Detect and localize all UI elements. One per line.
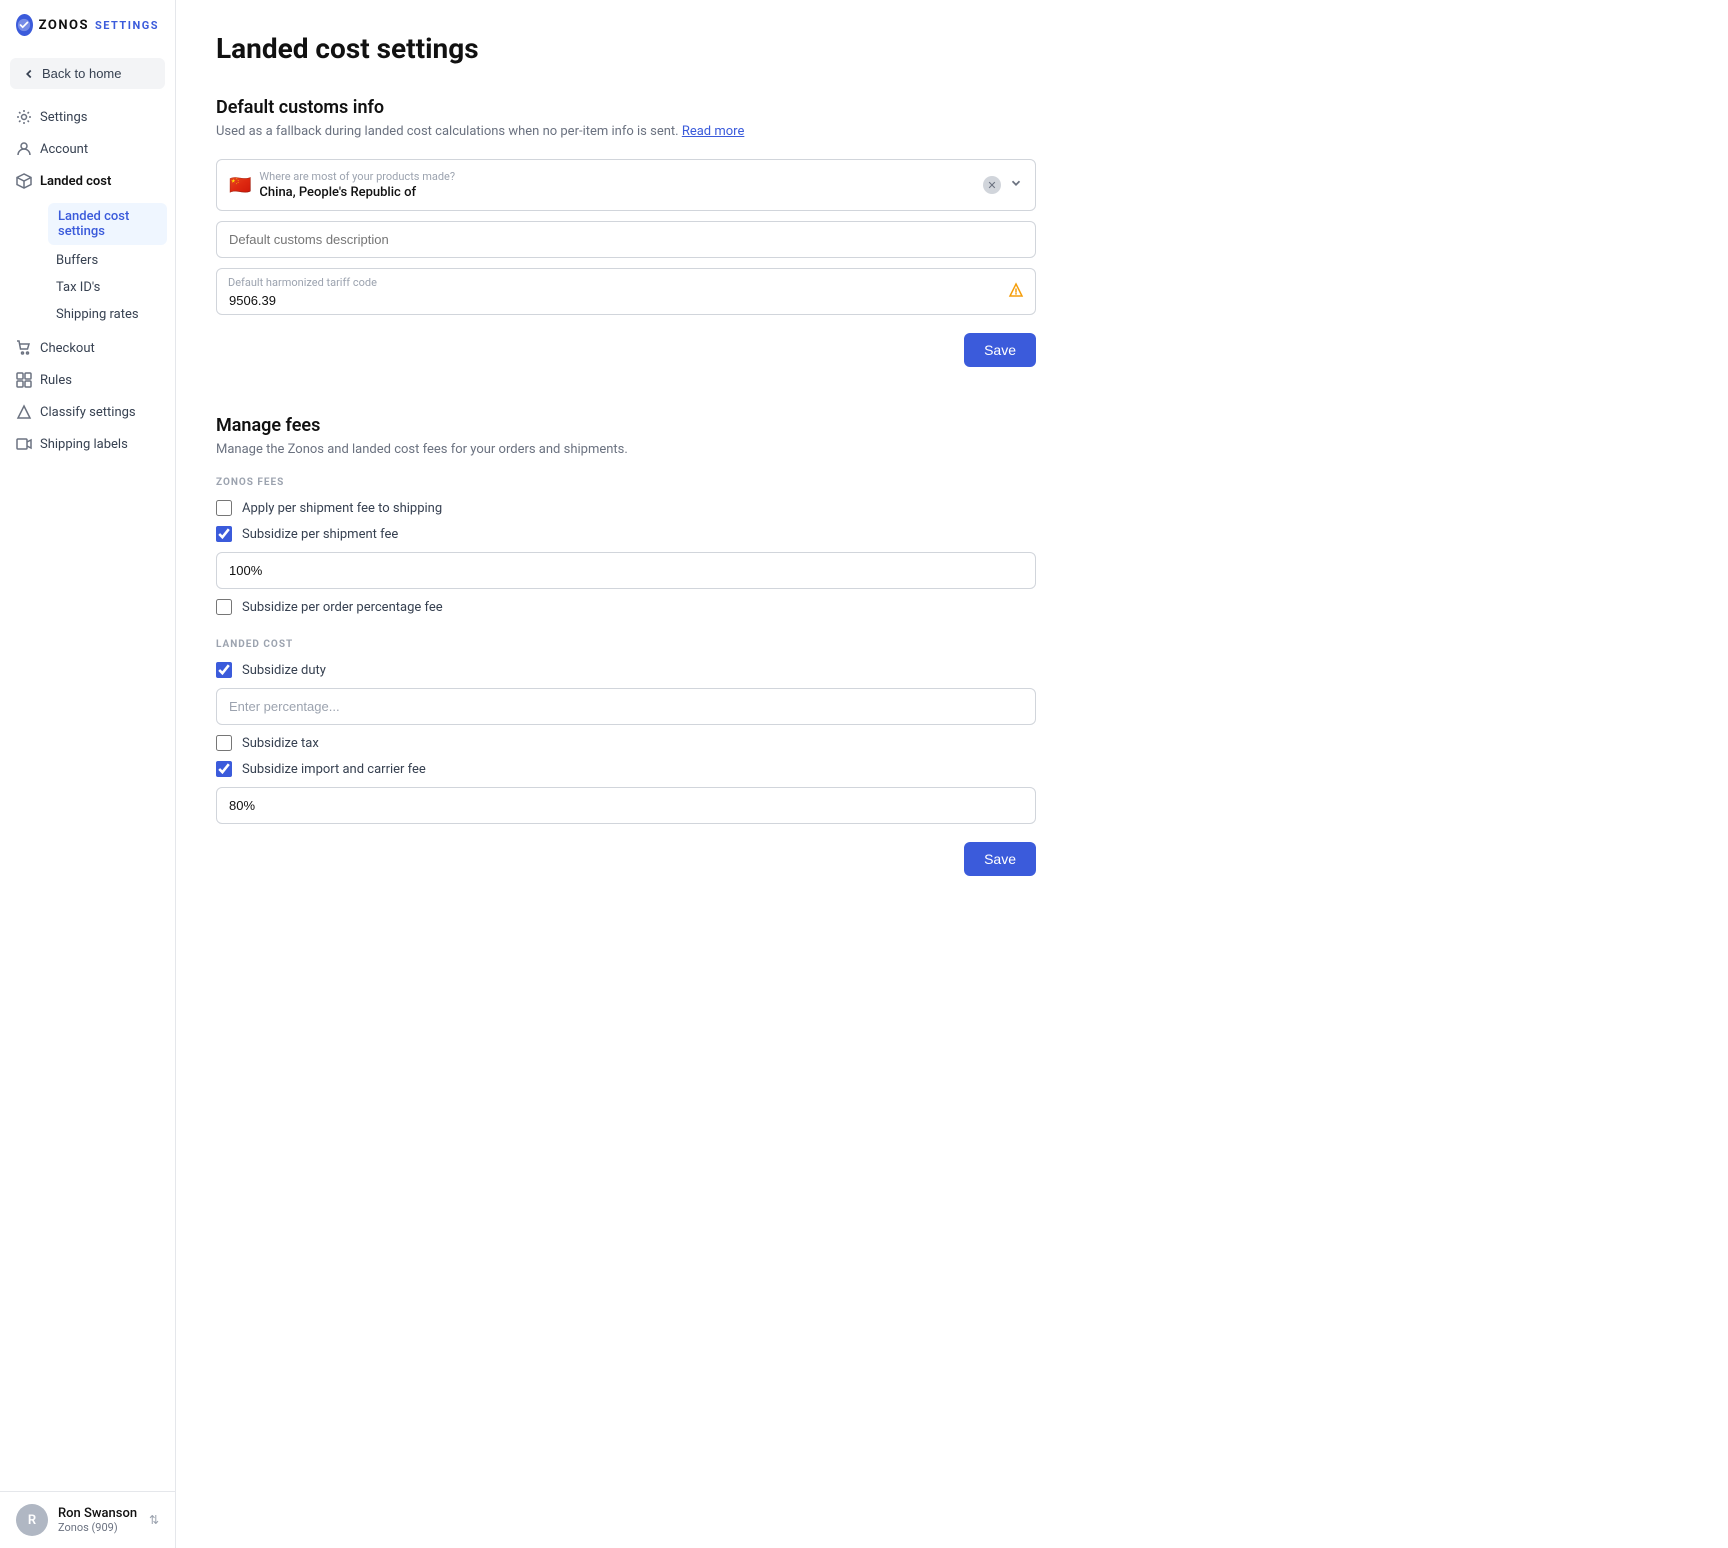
grid-icon — [16, 372, 32, 388]
customs-section-title: Default customs info — [216, 97, 1036, 118]
sidebar-item-checkout-label: Checkout — [40, 341, 95, 356]
brand-settings: SETTINGS — [95, 19, 159, 32]
subsidize-shipment-fee-label[interactable]: Subsidize per shipment fee — [242, 527, 398, 542]
subsidize-tax-row: Subsidize tax — [216, 735, 1036, 751]
subsidize-order-pct-row: Subsidize per order percentage fee — [216, 599, 1036, 615]
sidebar-item-classify-settings-label: Classify settings — [40, 405, 136, 420]
sidebar-item-account-label: Account — [40, 142, 88, 157]
triangle-icon — [16, 404, 32, 420]
brand-logo: ZONOS SETTINGS — [0, 0, 175, 50]
tariff-code-input[interactable] — [216, 268, 1036, 315]
sub-nav-item-tax-ids[interactable]: Tax ID's — [40, 274, 175, 301]
read-more-link[interactable]: Read more — [682, 124, 745, 139]
sidebar-item-rules-label: Rules — [40, 373, 72, 388]
shipment-fee-percentage-input[interactable] — [216, 552, 1036, 589]
subsidize-shipment-fee-row: Subsidize per shipment fee — [216, 526, 1036, 542]
country-selector[interactable]: 🇨🇳 Where are most of your products made?… — [216, 159, 1036, 211]
user-org: Zonos (909) — [58, 1521, 139, 1534]
sidebar-item-settings-label: Settings — [40, 110, 87, 125]
user-info: Ron Swanson Zonos (909) — [58, 1506, 139, 1534]
subsidize-duty-row: Subsidize duty — [216, 662, 1036, 678]
zonos-fees-label: ZONOS FEES — [216, 477, 1036, 488]
fees-save-button[interactable]: Save — [964, 842, 1036, 876]
sub-nav-shipping-rates-label: Shipping rates — [56, 307, 139, 322]
person-icon — [16, 141, 32, 157]
logo-icon — [16, 14, 33, 36]
sidebar-item-shipping-labels-label: Shipping labels — [40, 437, 128, 452]
main-content: Landed cost settings Default customs inf… — [176, 0, 1076, 1548]
apply-shipment-fee-checkbox[interactable] — [216, 500, 232, 516]
apply-shipment-fee-label[interactable]: Apply per shipment fee to shipping — [242, 501, 442, 516]
customs-desc-text: Used as a fallback during landed cost ca… — [216, 124, 679, 139]
country-flag: 🇨🇳 — [229, 175, 251, 196]
user-profile[interactable]: R Ron Swanson Zonos (909) ⇅ — [0, 1491, 175, 1548]
subsidize-import-carrier-row: Subsidize import and carrier fee — [216, 761, 1036, 777]
sidebar-item-rules[interactable]: Rules — [0, 364, 175, 396]
customs-description-group — [216, 221, 1036, 258]
avatar: R — [16, 1504, 48, 1536]
subsidize-tax-checkbox[interactable] — [216, 735, 232, 751]
sub-nav: Landed cost settings Buffers Tax ID's Sh… — [0, 201, 175, 328]
nav-section-other: Checkout Rules Classify settings Shippin… — [0, 328, 175, 464]
sub-nav-tax-ids-label: Tax ID's — [56, 280, 100, 295]
customs-section-desc: Used as a fallback during landed cost ca… — [216, 124, 1036, 139]
fees-section-title: Manage fees — [216, 415, 1036, 436]
subsidize-duty-label[interactable]: Subsidize duty — [242, 663, 326, 678]
subsidize-order-pct-checkbox[interactable] — [216, 599, 232, 615]
country-info: Where are most of your products made? Ch… — [259, 170, 455, 200]
page-title: Landed cost settings — [216, 32, 1036, 65]
sidebar-item-shipping-labels[interactable]: Shipping labels — [0, 428, 175, 460]
cart-icon — [16, 340, 32, 356]
sub-nav-item-shipping-rates[interactable]: Shipping rates — [40, 301, 175, 328]
customs-save-row: Save — [216, 325, 1036, 367]
arrow-left-icon — [22, 67, 36, 81]
country-value: China, People's Republic of — [259, 185, 455, 200]
back-button-label: Back to home — [42, 66, 122, 81]
country-question: Where are most of your products made? — [259, 170, 455, 183]
sidebar-item-account[interactable]: Account — [0, 133, 175, 165]
clear-country-icon[interactable]: ✕ — [983, 176, 1001, 194]
label-icon — [16, 436, 32, 452]
subsidize-duty-checkbox[interactable] — [216, 662, 232, 678]
subsidize-import-carrier-label[interactable]: Subsidize import and carrier fee — [242, 762, 426, 777]
brand-name: ZONOS — [39, 18, 89, 33]
tariff-code-group: Default harmonized tariff code — [216, 268, 1036, 315]
subsidize-import-carrier-checkbox[interactable] — [216, 761, 232, 777]
customs-section: Default customs info Used as a fallback … — [216, 97, 1036, 367]
back-to-home-button[interactable]: Back to home — [10, 58, 165, 89]
import-carrier-percentage-input[interactable] — [216, 787, 1036, 824]
sidebar-item-landed-cost[interactable]: Landed cost — [0, 165, 175, 197]
apply-shipment-fee-row: Apply per shipment fee to shipping — [216, 500, 1036, 516]
user-name: Ron Swanson — [58, 1506, 139, 1521]
box-icon — [16, 173, 32, 189]
sub-nav-landed-cost-settings-label: Landed cost settings — [58, 209, 129, 239]
fees-section: Manage fees Manage the Zonos and landed … — [216, 415, 1036, 876]
subsidize-order-pct-label[interactable]: Subsidize per order percentage fee — [242, 600, 443, 615]
nav-section-main: Settings Account Landed cost — [0, 97, 175, 201]
sidebar-item-landed-cost-label: Landed cost — [40, 174, 111, 189]
sidebar-item-classify-settings[interactable]: Classify settings — [0, 396, 175, 428]
sub-nav-item-landed-cost-settings[interactable]: Landed cost settings — [48, 203, 167, 245]
subsidize-tax-label[interactable]: Subsidize tax — [242, 736, 319, 751]
country-actions: ✕ — [983, 176, 1023, 194]
landed-cost-fees-label: LANDED COST — [216, 639, 1036, 650]
customs-description-input[interactable] — [216, 221, 1036, 258]
expand-icon: ⇅ — [149, 1513, 159, 1527]
sidebar-item-checkout[interactable]: Checkout — [0, 332, 175, 364]
sub-nav-item-buffers[interactable]: Buffers — [40, 247, 175, 274]
chevron-down-icon[interactable] — [1009, 176, 1023, 194]
warning-icon — [1008, 282, 1024, 302]
sidebar: ZONOS SETTINGS Back to home Settings Acc… — [0, 0, 176, 1548]
subsidize-shipment-fee-checkbox[interactable] — [216, 526, 232, 542]
customs-save-button[interactable]: Save — [964, 333, 1036, 367]
sub-nav-buffers-label: Buffers — [56, 253, 98, 268]
gear-icon — [16, 109, 32, 125]
sidebar-item-settings[interactable]: Settings — [0, 101, 175, 133]
fees-save-row: Save — [216, 834, 1036, 876]
fees-section-desc: Manage the Zonos and landed cost fees fo… — [216, 442, 1036, 457]
duty-percentage-input[interactable] — [216, 688, 1036, 725]
